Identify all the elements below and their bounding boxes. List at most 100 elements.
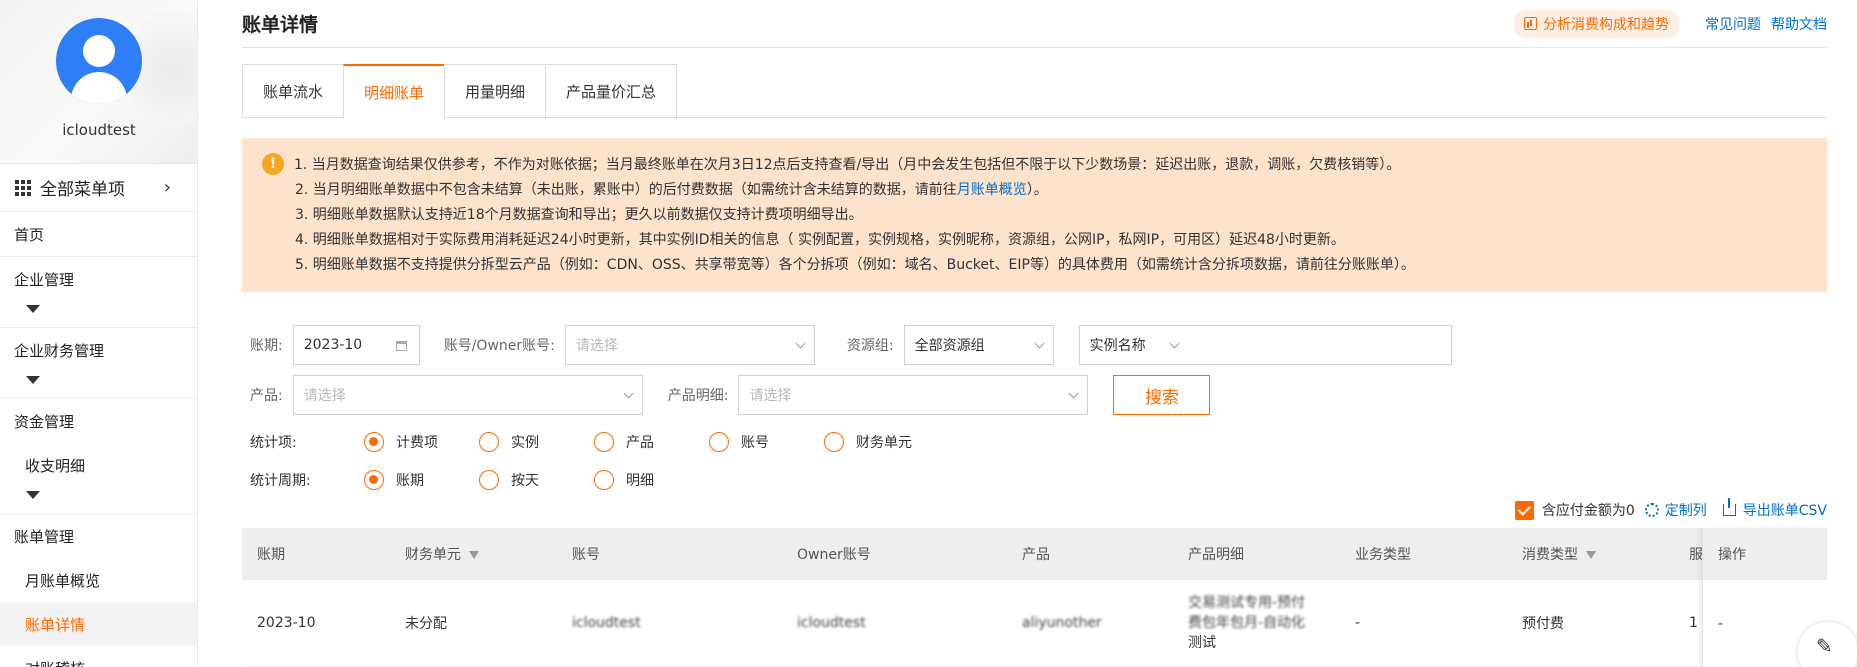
- instance-search-input[interactable]: 实例名称: [1078, 325, 1452, 365]
- radio-billing-item[interactable]: 计费项: [364, 432, 479, 452]
- sidebar-item-funds[interactable]: 资金管理: [0, 399, 197, 443]
- col-operations: 操作: [1703, 528, 1827, 580]
- all-menu-label: 全部菜单项: [40, 180, 125, 200]
- stat-period-group: 统计周期: 账期 按天 明细: [242, 461, 1827, 499]
- col-account: 账号: [572, 547, 600, 563]
- product-label: 产品:: [250, 388, 283, 404]
- calendar-icon: [395, 341, 407, 351]
- filter-icon[interactable]: [469, 551, 479, 559]
- caret-down-icon[interactable]: [0, 305, 197, 327]
- chevron-down-icon: [795, 338, 806, 349]
- radio-product[interactable]: 产品: [594, 432, 709, 452]
- cell-account: icloudtest: [572, 615, 641, 631]
- gear-icon: [1644, 503, 1659, 517]
- sidebar-item-billing[interactable]: 账单管理: [0, 514, 197, 558]
- chevron-down-icon: [1169, 338, 1180, 349]
- analyze-trend-button[interactable]: 分析消费构成和趋势: [1514, 9, 1679, 38]
- resource-group-label: 资源组:: [846, 338, 894, 354]
- export-icon: [1722, 498, 1736, 516]
- sidebar-item-reconciliation[interactable]: 对账稽核: [0, 646, 197, 667]
- avatar[interactable]: [56, 18, 142, 104]
- faq-link[interactable]: 常见问题: [1705, 14, 1761, 34]
- page-title: 账单详情: [242, 14, 319, 36]
- avatar-body-icon: [71, 72, 127, 104]
- col-owner: Owner账号: [797, 547, 871, 563]
- zero-amount-checkbox[interactable]: [1514, 500, 1534, 520]
- product-detail-label: 产品明细:: [667, 388, 729, 404]
- notice-line-1: 1. 当月数据查询结果仅供参考，不作为对账依据；当月最终账单在次月3日12点后支…: [294, 157, 1401, 173]
- main-content: 账单详情 分析消费构成和趋势 常见问题 帮助文档 账单流水 明细账单 用量明细 …: [242, 0, 1827, 667]
- sidebar-item-monthly-overview[interactable]: 月账单概览: [0, 558, 197, 602]
- period-picker[interactable]: 2023-10: [292, 325, 420, 365]
- resource-group-select[interactable]: 全部资源组: [903, 325, 1054, 365]
- caret-down-icon[interactable]: [0, 491, 197, 513]
- radio-period[interactable]: 账期: [364, 470, 479, 490]
- bar-chart-icon: [1524, 17, 1537, 30]
- sidebar-item-enterprise-finance[interactable]: 企业财务管理: [0, 328, 197, 372]
- username: icloudtest: [62, 121, 136, 139]
- cell-finance-unit: 未分配: [405, 616, 447, 632]
- product-detail-select[interactable]: 请选择: [738, 375, 1089, 415]
- grid-icon: [15, 179, 31, 196]
- tab-bar: 账单流水 明细账单 用量明细 产品量价汇总: [242, 64, 1827, 119]
- table-header: 账期 财务单元 账号 Owner账号 产品 产品明细 业务类型 消费类型 服: [242, 528, 1827, 580]
- col-period: 账期: [257, 547, 285, 563]
- sidebar-item-home[interactable]: 首页: [0, 212, 197, 256]
- caret-down-icon[interactable]: [0, 376, 197, 398]
- tab-detail-bill[interactable]: 明细账单: [343, 64, 445, 119]
- tab-usage-detail[interactable]: 用量明细: [444, 64, 546, 118]
- col-finance-unit[interactable]: 财务单元: [390, 544, 557, 564]
- cell-consume-type: 预付费: [1522, 616, 1564, 632]
- customize-columns-button[interactable]: 定制列: [1644, 500, 1707, 520]
- bill-table: 账期 财务单元 账号 Owner账号 产品 产品明细 业务类型 消费类型 服 2…: [242, 528, 1827, 667]
- period-label: 账期:: [250, 338, 283, 354]
- chevron-down-icon: [623, 388, 634, 399]
- filter-icon[interactable]: [1586, 551, 1596, 559]
- notice-line-4: 4. 明细账单数据相对于实际费用消耗延迟24小时更新，其中实例ID相关的信息（ …: [295, 232, 1345, 248]
- cell-owner: icloudtest: [797, 615, 866, 631]
- export-csv-button[interactable]: 导出账单CSV: [1722, 498, 1827, 520]
- help-docs-link[interactable]: 帮助文档: [1771, 14, 1827, 34]
- sidebar-item-transactions[interactable]: 收支明细: [0, 443, 197, 487]
- monthly-overview-link[interactable]: 月账单概览: [957, 182, 1027, 198]
- sidebar-item-enterprise[interactable]: 企业管理: [0, 257, 197, 301]
- pencil-icon: ✎: [1816, 634, 1833, 658]
- table-toolbar: 含应付金额为0 定制列 导出账单CSV: [242, 498, 1827, 522]
- tab-price-summary[interactable]: 产品量价汇总: [545, 64, 678, 118]
- radio-daily[interactable]: 按天: [479, 470, 594, 490]
- sidebar: icloudtest 全部菜单项 › 首页 企业管理 企业财务管理 资金管理 收…: [0, 0, 198, 667]
- chevron-right-icon: ›: [163, 177, 171, 198]
- stat-items-group: 统计项: 计费项 实例 产品 账号 财务单元: [242, 423, 1827, 461]
- info-warning-icon: !: [262, 153, 284, 175]
- cell-period: 2023-10: [257, 615, 316, 631]
- chevron-down-icon: [1068, 388, 1079, 399]
- all-menu-button[interactable]: 全部菜单项 ›: [0, 163, 197, 212]
- product-select[interactable]: 请选择: [292, 375, 643, 415]
- cell-product-detail: 交易测试专用-预付 费包年包月-自动化 测试: [1188, 595, 1306, 651]
- account-select[interactable]: 请选择: [564, 325, 815, 365]
- notice-line-2: 2. 当月明细账单数据中不包含未结算（未出账，累账中）的后付费数据（如需统计含未…: [295, 182, 1048, 198]
- sidebar-item-bill-details[interactable]: 账单详情: [0, 602, 197, 646]
- stat-items-label: 统计项:: [250, 435, 297, 451]
- radio-instance[interactable]: 实例: [479, 432, 594, 452]
- tab-bill-flow[interactable]: 账单流水: [242, 64, 344, 118]
- col-product-detail: 产品明细: [1188, 547, 1244, 563]
- notice-banner: ! 1. 当月数据查询结果仅供参考，不作为对账依据；当月最终账单在次月3日12点…: [242, 138, 1827, 292]
- account-label: 账号/Owner账号:: [443, 338, 555, 354]
- table-row[interactable]: 2023-10 未分配 icloudtest icloudtest aliyun…: [242, 580, 1827, 667]
- notice-line-3: 3. 明细账单数据默认支持近18个月数据查询和导出；更久以前数据仅支持计费项明细…: [295, 207, 863, 223]
- radio-detail[interactable]: 明细: [594, 470, 709, 490]
- col-consume-type[interactable]: 消费类型: [1507, 544, 1674, 564]
- radio-finance-unit[interactable]: 财务单元: [824, 432, 939, 452]
- page-header: 账单详情 分析消费构成和趋势 常见问题 帮助文档: [242, 0, 1827, 48]
- instance-type-select[interactable]: 实例名称: [1080, 326, 1190, 364]
- chevron-down-icon: [1034, 338, 1045, 349]
- search-button[interactable]: 搜索: [1113, 375, 1211, 415]
- zero-amount-label: 含应付金额为0: [1541, 503, 1635, 519]
- avatar-head-icon: [83, 35, 115, 67]
- cell-biz-type: -: [1355, 615, 1361, 631]
- stat-period-label: 统计周期:: [250, 473, 311, 489]
- radio-account[interactable]: 账号: [709, 432, 824, 452]
- notice-line-5: 5. 明细账单数据不支持提供分拆型云产品（例如：CDN、OSS、共享带宽等）各个…: [295, 257, 1415, 273]
- profile-card: icloudtest: [0, 0, 197, 163]
